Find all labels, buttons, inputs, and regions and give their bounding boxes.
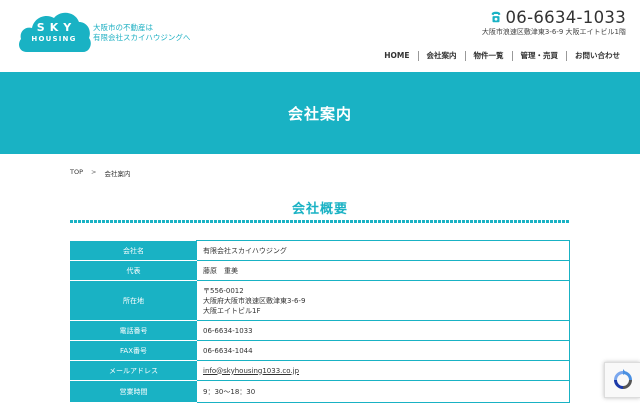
table-row: FAX番号 06-6634-1044 — [70, 340, 570, 361]
page-banner: 会社案内 — [0, 72, 640, 154]
row-value: 06-6634-1044 — [196, 340, 570, 361]
email-link[interactable]: info@skyhousing1033.co.jp — [203, 367, 299, 375]
row-label: 代表 — [70, 260, 197, 281]
table-row: 電話番号 06-6634-1033 — [70, 320, 570, 341]
phone-number: 06-6634-1033 — [505, 7, 626, 27]
breadcrumb: TOP > 会社案内 — [70, 168, 130, 178]
tagline-line2: 有限会社スカイハウジングへ — [93, 33, 191, 42]
nav-management[interactable]: 管理・売買 — [511, 51, 567, 61]
tagline: 大阪市の不動産は 有限会社スカイハウジングへ — [93, 23, 190, 43]
main-nav: HOME 会社案内 物件一覧 管理・売買 お問い合わせ — [376, 50, 628, 62]
tagline-line1: 大阪市の不動産は — [93, 23, 153, 32]
section-title: 会社概要 — [291, 202, 348, 217]
row-value-address: 〒556-0012 大阪府大阪市浪速区敷津東3-6-9 大阪エイトビル1F — [196, 280, 570, 321]
table-row: 営業時間 9：30〜18：30 — [70, 380, 570, 403]
nav-company[interactable]: 会社案内 — [417, 51, 465, 61]
address-postal: 〒556-0012 — [203, 286, 244, 295]
row-label: 営業時間 — [70, 380, 197, 403]
page-title: 会社案内 — [287, 104, 352, 123]
row-label: FAX番号 — [70, 340, 197, 361]
header-address: 大阪市浪速区敷津東3-6-9 大阪エイトビル1階 — [481, 28, 626, 36]
table-row: 代表 藤原 重美 — [70, 260, 570, 281]
nav-properties[interactable]: 物件一覧 — [464, 51, 512, 61]
site-header: SKY HOUSING 大阪市の不動産は 有限会社スカイハウジングへ 06-66… — [0, 0, 640, 72]
row-value: 9：30〜18：30 — [196, 380, 570, 403]
address-street: 大阪府大阪市浪速区敷津東3-6-9 — [203, 296, 306, 305]
section-divider — [70, 220, 570, 223]
row-label: メールアドレス — [70, 360, 197, 381]
logo-line2: HOUSING — [31, 35, 77, 43]
logo-line1: SKY — [36, 21, 77, 34]
row-value: 有限会社スカイハウジング — [196, 240, 570, 261]
recaptcha-badge[interactable] — [604, 362, 640, 398]
table-row: 会社名 有限会社スカイハウジング — [70, 240, 570, 261]
breadcrumb-current: 会社案内 — [104, 170, 131, 178]
row-value: info@skyhousing1033.co.jp — [196, 360, 570, 381]
recaptcha-icon — [613, 369, 632, 389]
row-value: 06-6634-1033 — [196, 320, 570, 341]
breadcrumb-separator: > — [91, 168, 97, 176]
row-label: 所在地 — [70, 280, 197, 321]
nav-contact[interactable]: お問い合わせ — [566, 51, 628, 61]
breadcrumb-home[interactable]: TOP — [70, 168, 83, 178]
table-row: メールアドレス info@skyhousing1033.co.jp — [70, 360, 570, 381]
address-building: 大阪エイトビル1F — [203, 306, 261, 315]
phone-icon — [491, 11, 500, 23]
row-label: 会社名 — [70, 240, 197, 261]
logo-text: SKY HOUSING — [17, 22, 91, 43]
nav-home[interactable]: HOME — [376, 51, 417, 61]
table-row: 所在地 〒556-0012 大阪府大阪市浪速区敷津東3-6-9 大阪エイトビル1… — [70, 280, 570, 321]
company-info-table: 会社名 有限会社スカイハウジング 代表 藤原 重美 所在地 〒556-0012 … — [70, 240, 570, 403]
site-logo[interactable]: SKY HOUSING — [17, 10, 91, 52]
header-phone[interactable]: 06-6634-1033 — [489, 7, 627, 27]
row-label: 電話番号 — [70, 320, 197, 341]
row-value: 藤原 重美 — [196, 260, 570, 281]
